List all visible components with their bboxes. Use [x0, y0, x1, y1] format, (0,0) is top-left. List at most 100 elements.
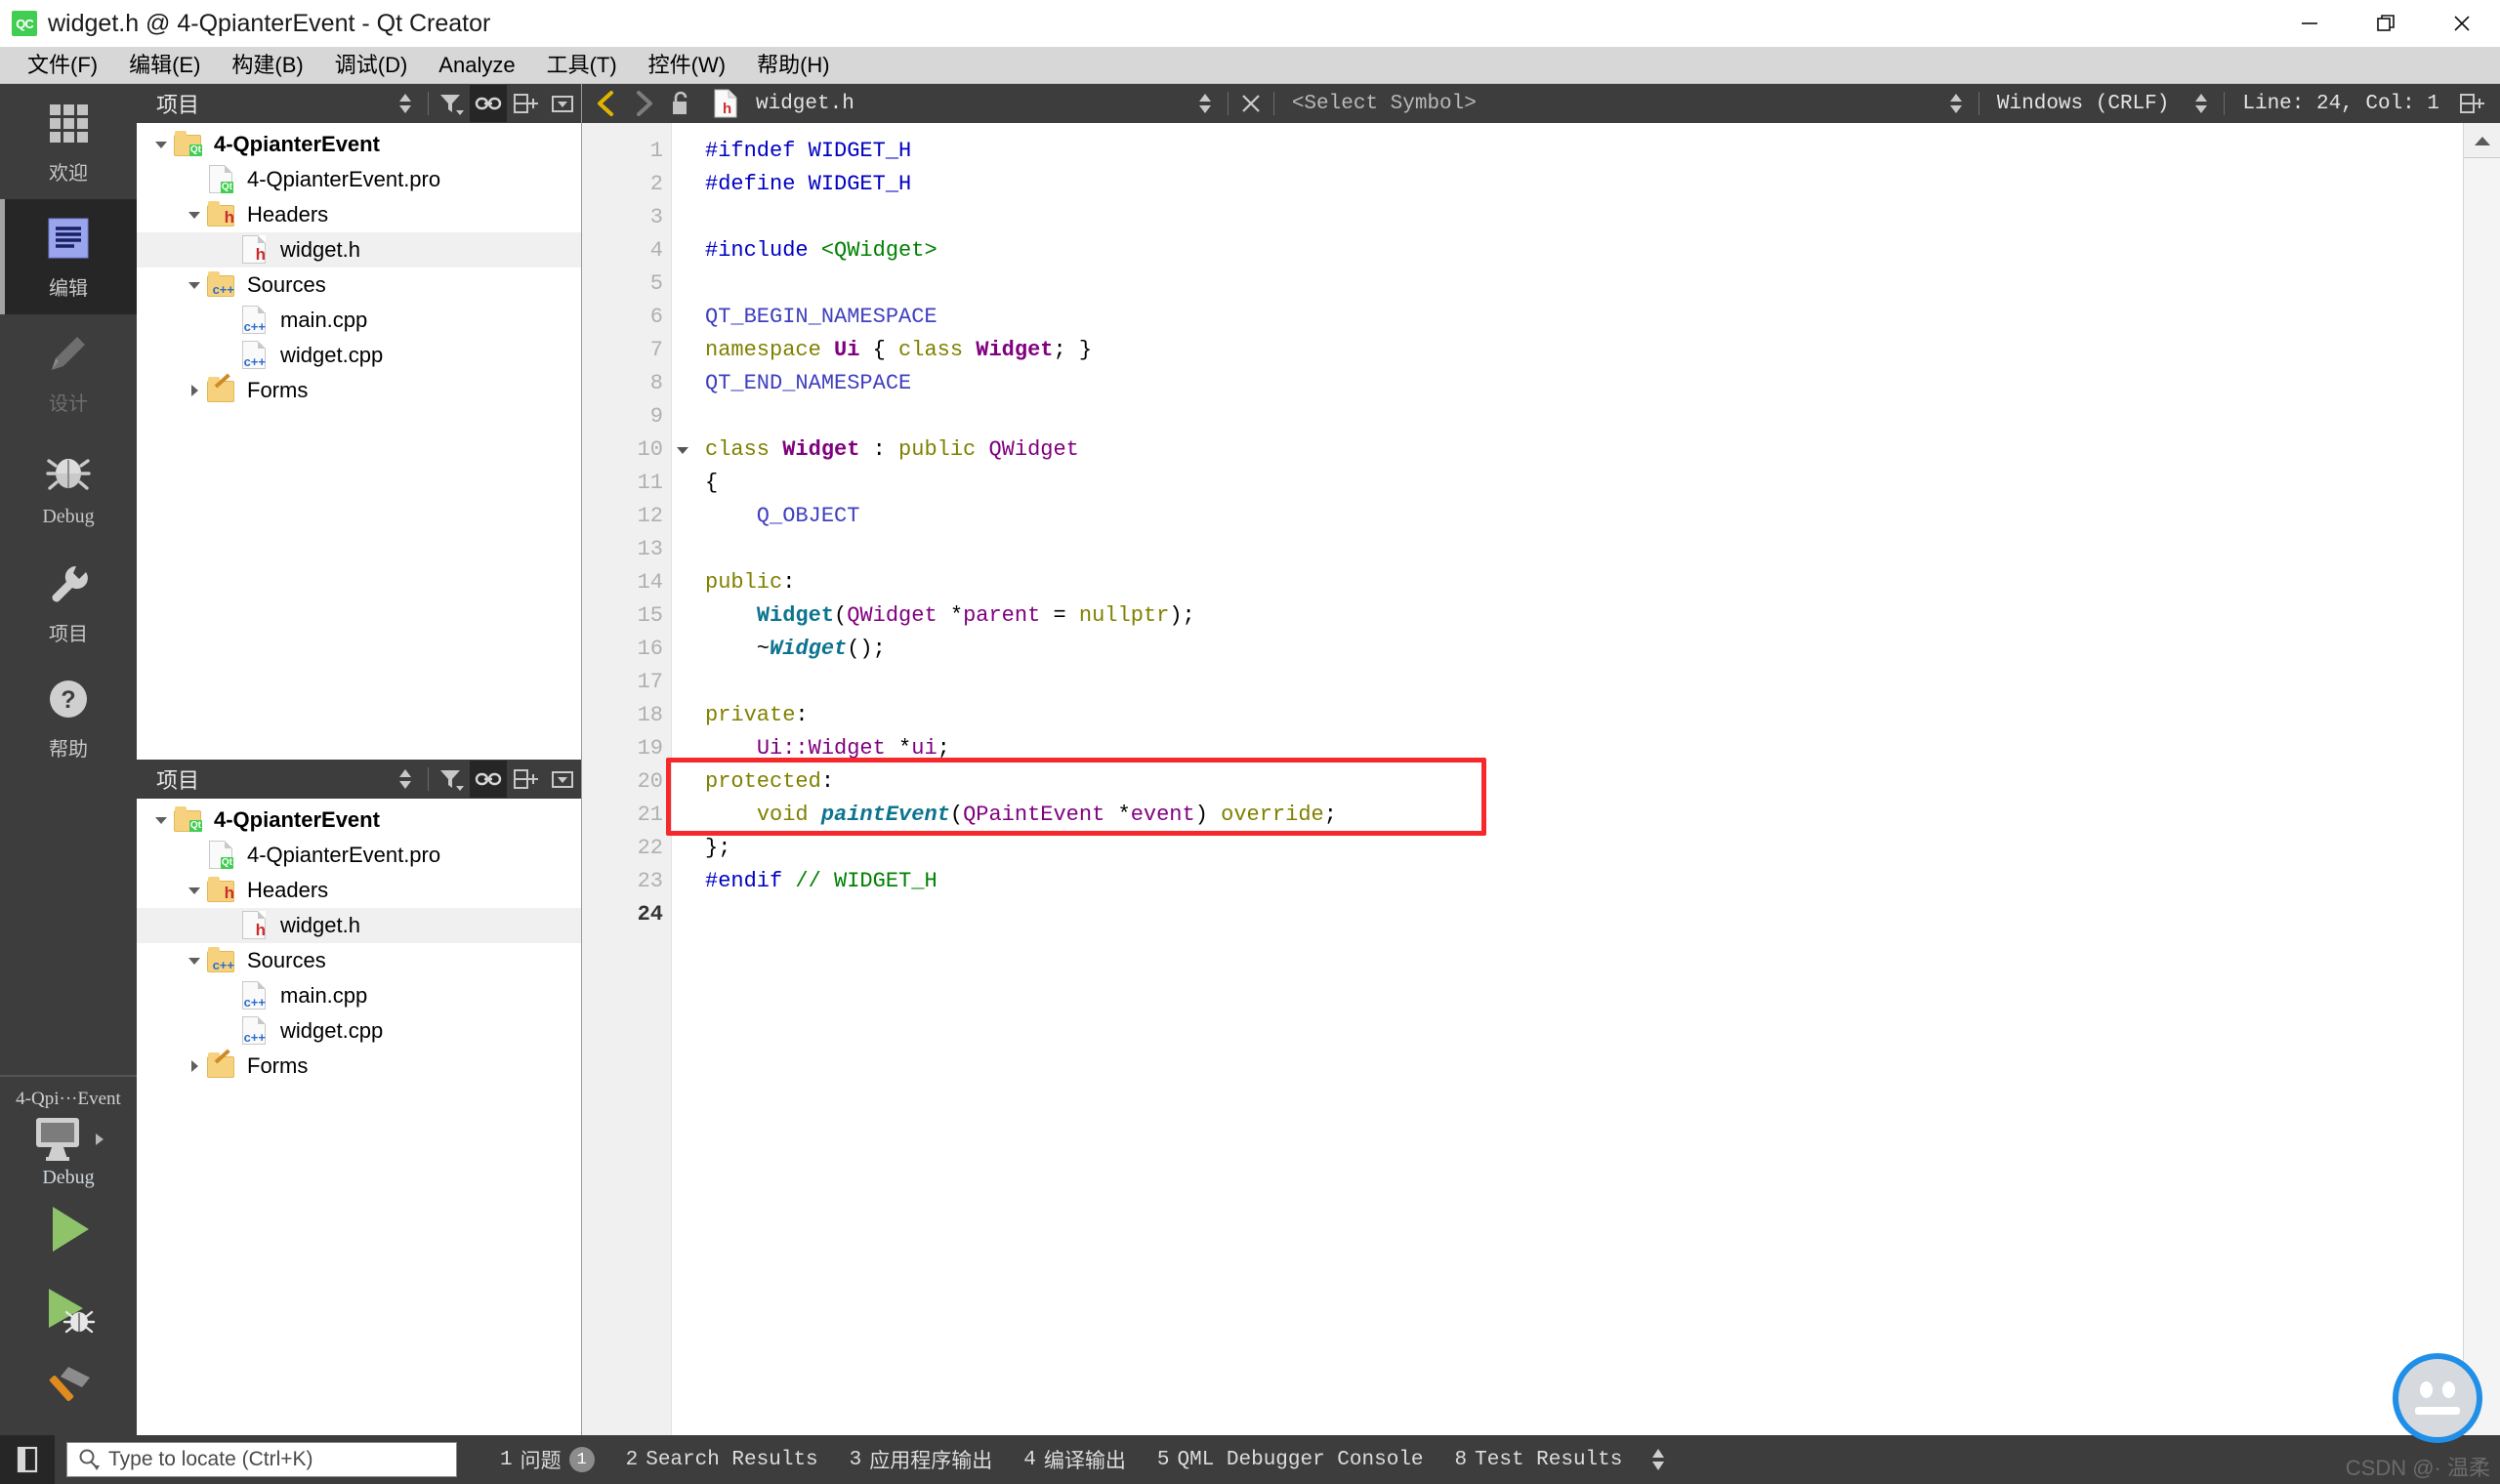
scroll-up-button[interactable]: [2464, 123, 2500, 158]
maximize-restore-button[interactable]: [2348, 0, 2424, 47]
code-line: #include <QWidget>: [705, 234, 2463, 268]
output-tab--[interactable]: 1 问题 1: [484, 1435, 610, 1484]
close-split-icon[interactable]: [544, 761, 581, 798]
tree-item-main-cpp[interactable]: c++ main.cpp: [137, 303, 581, 338]
editor-body[interactable]: 1 2 3 4 5 6 7 8 9 10 11 12 13 14 15 16 17 18 19 20 21 22 23 24 …: [582, 123, 2500, 1435]
project-panel-bottom-header: 项目: [137, 760, 581, 799]
twisty-down-icon[interactable]: [182, 207, 207, 223]
encoding-dropdown-icon[interactable]: [2183, 85, 2220, 122]
line-ending-label[interactable]: Windows (CRLF): [1983, 93, 2183, 115]
tree-item-headers[interactable]: h Headers: [137, 873, 581, 908]
twisty-down-icon[interactable]: [182, 277, 207, 293]
tree-item-main-cpp[interactable]: c++ main.cpp: [137, 978, 581, 1013]
mode-welcome[interactable]: 欢迎: [0, 84, 137, 199]
question-circle-icon: ?: [47, 674, 90, 724]
project-tree-bottom[interactable]: Qt 4-QpianterEvent Qt 4-QpianterEvent.pro h H…: [137, 799, 581, 1435]
cpp-folder-icon: c++: [207, 270, 238, 300]
sort-icon[interactable]: [387, 85, 424, 122]
qt-creator-logo-icon: QC: [12, 11, 37, 36]
output-pane-spinner[interactable]: [1647, 1446, 1669, 1473]
mode-projects[interactable]: 项目: [0, 545, 137, 660]
tree-item-widget-h[interactable]: h widget.h: [137, 232, 581, 268]
mode-design[interactable]: 设计: [0, 314, 137, 430]
kit-target-row[interactable]: [30, 1114, 106, 1165]
mode-help[interactable]: ? 帮助: [0, 660, 137, 775]
locator-input[interactable]: Type to locate (Ctrl+K): [66, 1442, 457, 1477]
close-button[interactable]: [2424, 0, 2500, 47]
code-token: parent: [963, 603, 1041, 628]
symbol-selector[interactable]: <Select Symbol>: [1292, 93, 1477, 115]
twisty-down-icon[interactable]: [182, 953, 207, 969]
twisty-down-icon[interactable]: [148, 137, 174, 152]
filter-icon[interactable]: [433, 761, 470, 798]
editor-scrollbar[interactable]: [2463, 123, 2500, 1435]
line-ending-dropdown-icon[interactable]: [1938, 85, 1975, 122]
mode-projects-label: 项目: [49, 624, 88, 645]
close-split-icon[interactable]: [544, 85, 581, 122]
menu-analyze[interactable]: Analyze: [423, 47, 530, 84]
chat-avatar-icon[interactable]: [2393, 1353, 2482, 1443]
toggle-sidebar-icon[interactable]: [0, 1435, 55, 1484]
run-button[interactable]: [0, 1189, 137, 1269]
code-token: =: [1040, 603, 1079, 628]
navigate-back-button[interactable]: [588, 85, 625, 122]
twisty-right-icon[interactable]: [182, 383, 207, 398]
mode-debug[interactable]: Debug: [0, 430, 137, 545]
minimize-button[interactable]: [2271, 0, 2348, 47]
tree-item-label: 4-QpianterEvent: [214, 807, 380, 832]
tree-item-sources[interactable]: c++ Sources: [137, 268, 581, 303]
tree-item-widget-h[interactable]: h widget.h: [137, 908, 581, 943]
mode-edit[interactable]: 编辑: [0, 199, 137, 314]
navigate-forward-button[interactable]: [625, 85, 662, 122]
h-folder-icon: h: [207, 200, 238, 229]
line-number: 22: [637, 836, 663, 860]
tree-item-4-qpianterevent[interactable]: Qt 4-QpianterEvent: [137, 803, 581, 838]
filter-icon[interactable]: [433, 85, 470, 122]
link-icon[interactable]: [470, 85, 507, 122]
chevron-right-icon: [96, 1134, 104, 1145]
output-tab-search-results[interactable]: 2 Search Results: [610, 1435, 834, 1484]
twisty-right-icon[interactable]: [182, 1058, 207, 1074]
split-add-icon[interactable]: [507, 761, 544, 798]
menu-file[interactable]: 文件(F): [12, 47, 113, 84]
run-debug-button[interactable]: [0, 1269, 137, 1349]
output-tab--[interactable]: 3 应用程序输出: [834, 1435, 1009, 1484]
close-icon[interactable]: [1232, 85, 1270, 122]
code-token: Widget: [782, 437, 860, 462]
open-file-name[interactable]: widget.h: [756, 93, 854, 115]
code-token: <QWidget>: [820, 238, 938, 263]
line-number: 20: [637, 769, 663, 794]
twisty-down-icon[interactable]: [182, 883, 207, 898]
project-tree-top[interactable]: Qt 4-QpianterEvent Qt 4-QpianterEvent.pro h H…: [137, 123, 581, 760]
menu-debug[interactable]: 调试(D): [319, 47, 424, 84]
menu-tools[interactable]: 工具(T): [531, 47, 633, 84]
unlocked-icon[interactable]: [662, 85, 699, 122]
output-tab-test-results[interactable]: 8 Test Results: [1439, 1435, 1639, 1484]
menu-edit[interactable]: 编辑(E): [113, 47, 216, 84]
tree-item-4-qpianterevent-pro[interactable]: Qt 4-QpianterEvent.pro: [137, 838, 581, 873]
twisty-down-icon[interactable]: [148, 812, 174, 828]
link-icon[interactable]: [470, 761, 507, 798]
tree-item-4-qpianterevent-pro[interactable]: Qt 4-QpianterEvent.pro: [137, 162, 581, 197]
output-tab--[interactable]: 4 编译输出: [1008, 1435, 1142, 1484]
tree-item-widget-cpp[interactable]: c++ widget.cpp: [137, 338, 581, 373]
menu-help[interactable]: 帮助(H): [741, 47, 846, 84]
code-text-area[interactable]: #ifndef WIDGET_H #define WIDGET_H #includ…: [666, 123, 2463, 1435]
tree-item-widget-cpp[interactable]: c++ widget.cpp: [137, 1013, 581, 1049]
tree-item-4-qpianterevent[interactable]: Qt 4-QpianterEvent: [137, 127, 581, 162]
split-add-icon[interactable]: [507, 85, 544, 122]
menu-build[interactable]: 构建(B): [216, 47, 318, 84]
file-dropdown-icon[interactable]: [1187, 85, 1224, 122]
tree-item-sources[interactable]: c++ Sources: [137, 943, 581, 978]
main-area: 欢迎 编辑 设计 Debug 项目 ? 帮助 4-Qpi···Event Deb…: [0, 84, 2500, 1435]
tree-item-forms[interactable]: Forms: [137, 1049, 581, 1084]
split-add-icon[interactable]: [2453, 85, 2490, 122]
code-token: Widget: [976, 338, 1054, 362]
tree-item-headers[interactable]: h Headers: [137, 197, 581, 232]
sort-icon[interactable]: [387, 761, 424, 798]
build-hammer-button[interactable]: [0, 1349, 137, 1429]
tree-item-forms[interactable]: Forms: [137, 373, 581, 408]
menu-window[interactable]: 控件(W): [633, 47, 741, 84]
output-tab-qml-debugger-console[interactable]: 5 QML Debugger Console: [1142, 1435, 1439, 1484]
